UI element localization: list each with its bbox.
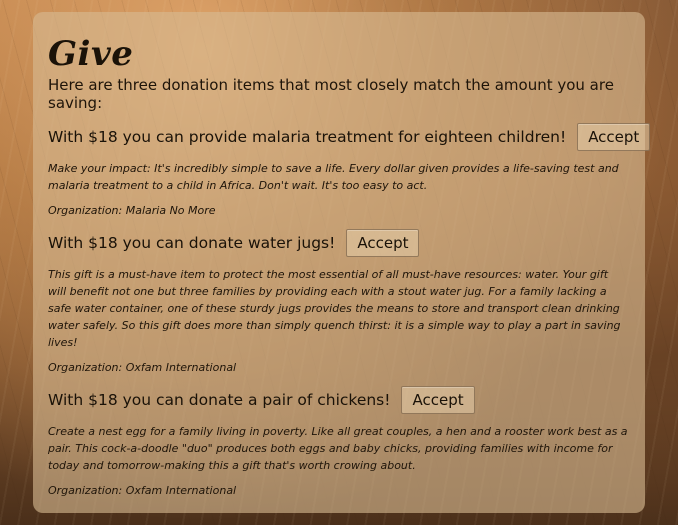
donation-item-organization: Organization: Oxfam International: [48, 484, 237, 497]
accept-button[interactable]: Accept: [346, 229, 420, 257]
donation-item-water-jugs: With $18 you can donate water jugs! Acce…: [48, 228, 629, 375]
donation-item-chickens: With $18 you can donate a pair of chicke…: [48, 385, 629, 498]
donation-item-title: With $18 you can provide malaria treatme…: [48, 128, 567, 146]
intro-text: Here are three donation items that most …: [48, 76, 614, 112]
donation-item-organization: Organization: Oxfam International: [48, 361, 237, 374]
give-panel: Give Here are three donation items that …: [33, 12, 651, 513]
accept-button[interactable]: Accept: [577, 123, 651, 151]
donation-item-description: This gift is a must-have item to protect…: [48, 268, 621, 349]
donation-item-header: With $18 you can provide malaria treatme…: [48, 122, 651, 152]
accept-button[interactable]: Accept: [401, 386, 475, 414]
donation-item-description: Create a nest egg for a family living in…: [48, 425, 628, 472]
page-title: Give: [48, 34, 134, 74]
donation-item-title: With $18 you can donate water jugs!: [48, 234, 336, 252]
donation-item-organization: Organization: Malaria No More: [48, 204, 216, 217]
donation-item-description: Make your impact: It's incredibly simple…: [48, 162, 619, 192]
donation-item-header: With $18 you can donate a pair of chicke…: [48, 385, 629, 415]
donation-item-title: With $18 you can donate a pair of chicke…: [48, 391, 391, 409]
donation-item-header: With $18 you can donate water jugs! Acce…: [48, 228, 629, 258]
donation-item-malaria: With $18 you can provide malaria treatme…: [48, 122, 651, 218]
